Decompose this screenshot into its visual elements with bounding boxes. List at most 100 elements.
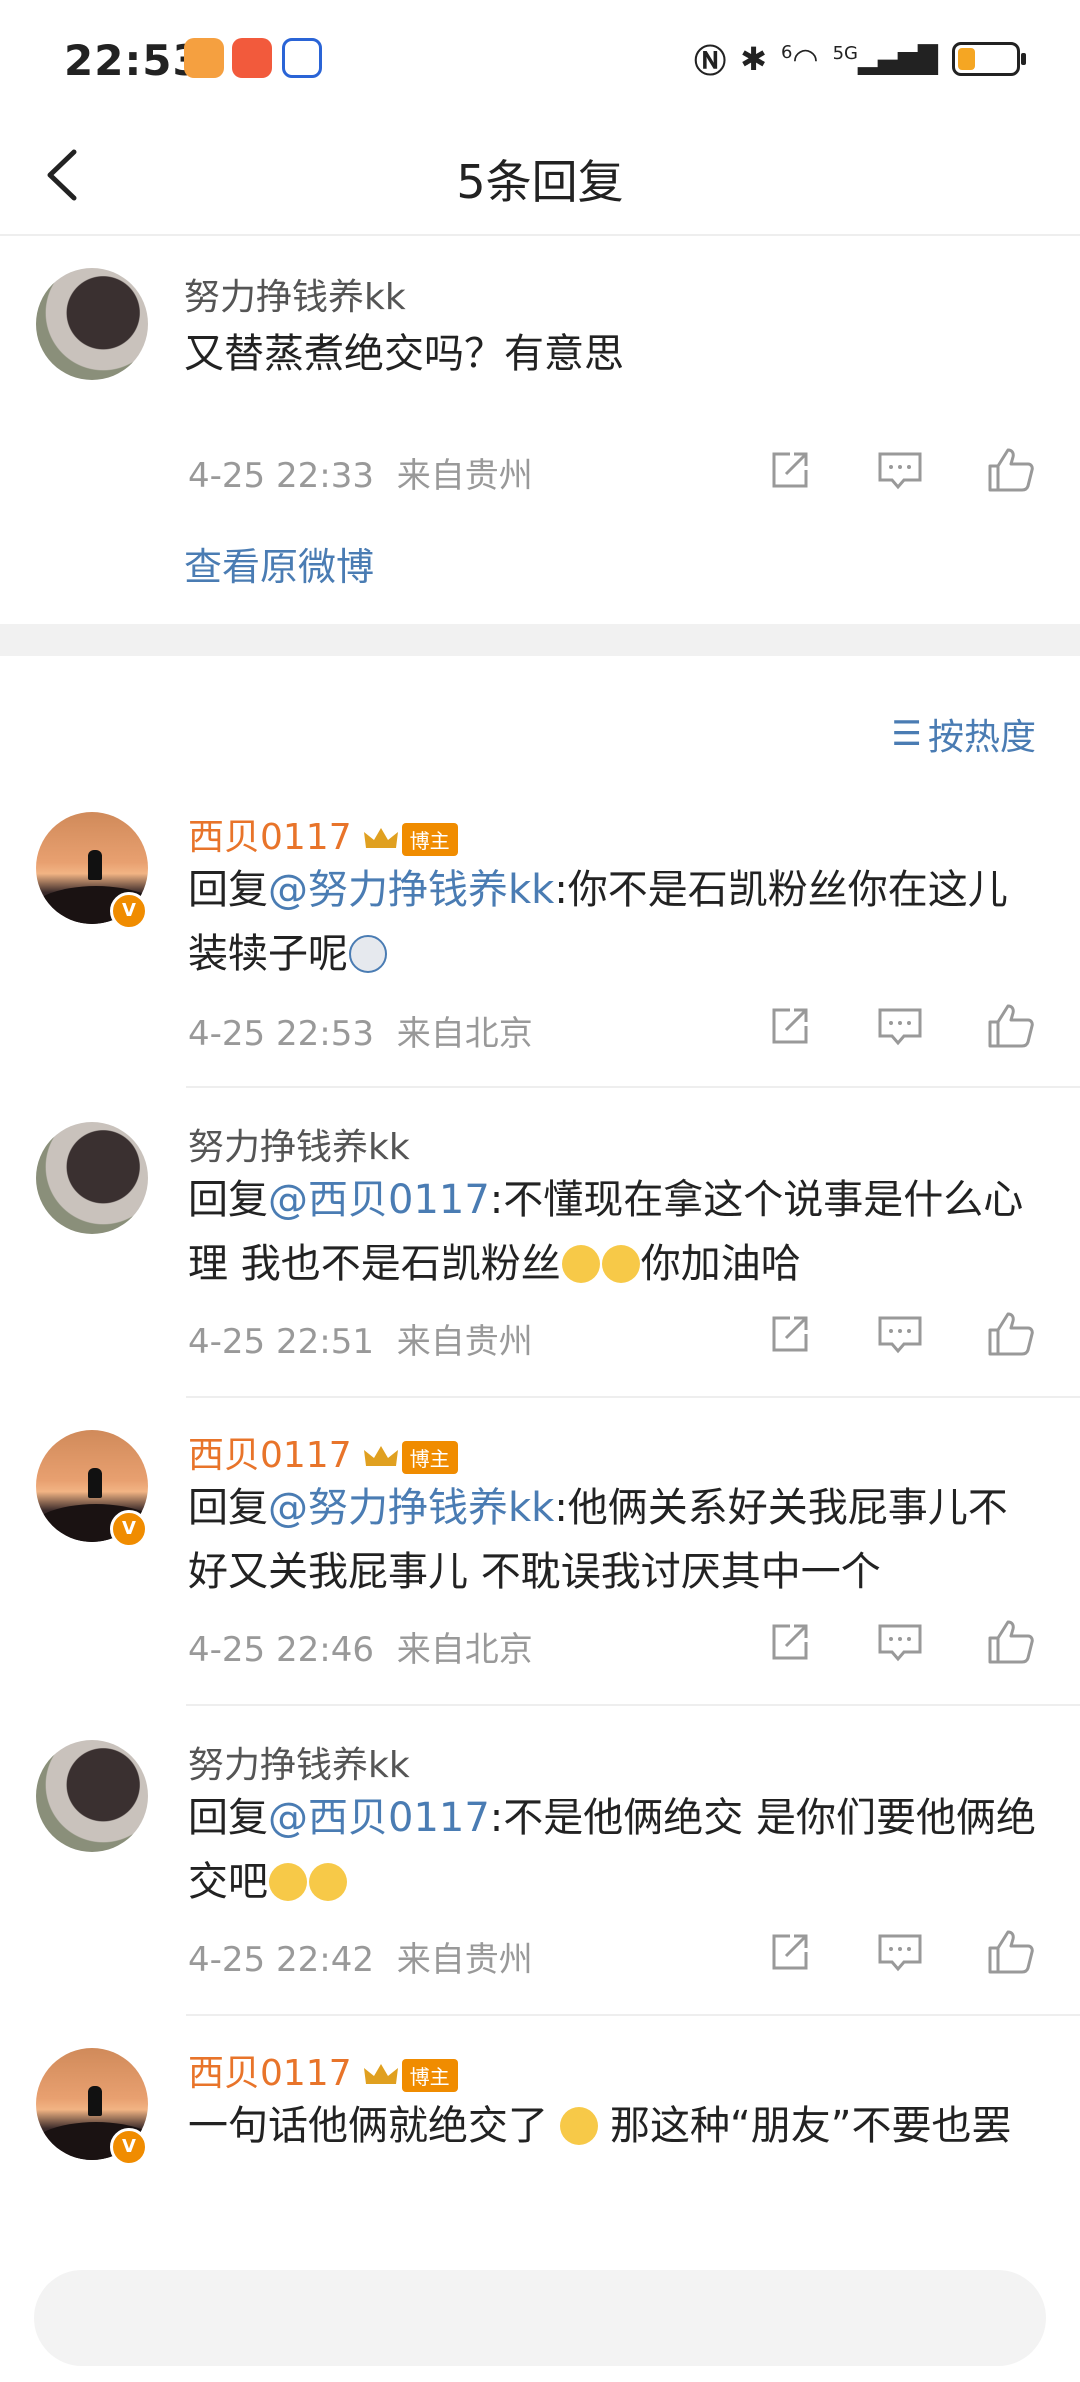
comment-meta: 4-25 22:33 来自贵州 [188, 448, 533, 497]
mention-link[interactable]: @西贝0117 [268, 1795, 490, 1841]
comment-icon [878, 452, 922, 490]
share-button[interactable] [760, 1612, 820, 1672]
username[interactable]: 西贝0117 博主 [188, 808, 458, 860]
share-button[interactable] [760, 996, 820, 1056]
username[interactable]: 努力挣钱养kk [184, 268, 406, 320]
comment-button[interactable] [870, 1922, 930, 1982]
verified-badge: V [110, 1510, 148, 1548]
comment-icon [878, 1008, 922, 1046]
wifi-label: 6 [780, 41, 793, 63]
share-button[interactable] [760, 1304, 820, 1364]
avatar[interactable] [36, 1740, 148, 1852]
username[interactable]: 努力挣钱养kk [188, 1118, 410, 1170]
crown-icon [363, 2064, 398, 2084]
thinking-emoji-icon [601, 1245, 640, 1283]
comment-button[interactable] [870, 440, 930, 500]
comment-text: 回复@努力挣钱养kk:你不是石凯粉丝你在这儿装犊子呢 [188, 858, 1040, 986]
comment-button[interactable] [870, 1612, 930, 1672]
blogger-tag: 博主 [401, 1440, 458, 1474]
battery-level [958, 48, 975, 70]
share-icon [772, 1316, 808, 1352]
like-button[interactable] [980, 1304, 1040, 1364]
comment-location: 来自北京 [396, 1014, 533, 1054]
comment-meta: 4-25 22:53 来自北京 [188, 1006, 533, 1055]
thinking-emoji-icon [561, 1245, 600, 1283]
doge-emoji-icon [349, 935, 387, 973]
share-icon [772, 1008, 808, 1044]
comment-meta: 4-25 22:42 来自贵州 [188, 1932, 533, 1981]
signal-icon: 5G▂▄▆█ [832, 42, 938, 76]
list-item: V 西贝0117 博主 回复@努力挣钱养kk:你不是石凯粉丝你在这儿装犊子呢 4-… [0, 808, 1080, 1088]
comment-location: 来自贵州 [396, 1322, 533, 1362]
mention-link[interactable]: @努力挣钱养kk [268, 1485, 554, 1531]
bluetooth-icon: ✱ [740, 40, 767, 78]
like-button[interactable] [980, 1612, 1040, 1672]
notification-app-icon [232, 38, 272, 78]
title-bar: 5条回复 [0, 118, 1080, 236]
avatar[interactable] [36, 268, 148, 380]
comment-time: 4-25 22:51 [188, 1322, 374, 1362]
reply-prefix: 回复 [188, 1795, 268, 1841]
username-text: 西贝0117 [188, 1435, 352, 1476]
comment-location: 来自贵州 [396, 1940, 533, 1980]
shush-emoji-icon [560, 2107, 598, 2145]
share-button[interactable] [760, 1922, 820, 1982]
share-button[interactable] [760, 440, 820, 500]
thumbs-up-icon [988, 1930, 1034, 1974]
username[interactable]: 西贝0117 博主 [188, 1426, 458, 1478]
thumbs-up-icon [988, 448, 1034, 492]
verified-badge: V [110, 892, 148, 930]
row-divider [186, 1704, 1080, 1706]
comment-button[interactable] [870, 1304, 930, 1364]
username[interactable]: 西贝0117 博主 [188, 2044, 458, 2096]
original-comment: 努力挣钱养kk 又替蒸煮绝交吗？有意思 4-25 22:33 来自贵州 查看原微… [0, 236, 1080, 624]
reply-prefix: 回复 [188, 1485, 268, 1531]
comment-time: 4-25 22:46 [188, 1630, 374, 1670]
thumbs-up-icon [988, 1312, 1034, 1356]
comment-location: 来自北京 [396, 1630, 533, 1670]
comment-icon [878, 1934, 922, 1972]
blogger-tag: 博主 [401, 2058, 458, 2092]
crown-icon [363, 828, 398, 848]
comment-icon [878, 1624, 922, 1662]
like-button[interactable] [980, 1922, 1040, 1982]
mention-link[interactable]: @努力挣钱养kk [268, 867, 554, 913]
sort-button[interactable]: ☰ 按热度 [892, 708, 1037, 760]
mention-link[interactable]: @西贝0117 [268, 1177, 490, 1223]
like-button[interactable] [980, 440, 1040, 500]
status-right: Ⓝ ✱ 6◠ 5G▂▄▆█ [694, 36, 1026, 82]
status-bar: 22:53 Ⓝ ✱ 6◠ 5G▂▄▆█ [0, 0, 1080, 118]
like-button[interactable] [980, 996, 1040, 1056]
sort-label: 按热度 [927, 717, 1036, 758]
avatar[interactable] [36, 1122, 148, 1234]
comment-text: 回复@西贝0117:不是他俩绝交 是你们要他俩绝交吧 [188, 1786, 1040, 1914]
reply-input-bar[interactable] [34, 2270, 1046, 2366]
list-item: V 西贝0117 博主 一句话他俩就绝交了 那这种“朋友”不要也罢 [0, 2044, 1080, 2244]
view-original-link[interactable]: 查看原微博 [184, 536, 374, 591]
reply-body: 一句话他俩就绝交了 [188, 2103, 548, 2149]
reply-prefix: 回复 [188, 1177, 268, 1223]
blogger-tag: 博主 [401, 822, 458, 856]
comment-time: 4-25 22:53 [188, 1014, 374, 1054]
nfc-icon: Ⓝ [694, 42, 727, 80]
row-divider [186, 1396, 1080, 1398]
comment-button[interactable] [870, 996, 930, 1056]
comment-text: 回复@西贝0117:不懂现在拿这个说事是什么心理 我也不是石凯粉丝 你加油哈 [188, 1168, 1040, 1296]
comment-meta: 4-25 22:46 来自北京 [188, 1622, 533, 1671]
reply-prefix: 回复 [188, 867, 268, 913]
sort-icon: ☰ [891, 714, 922, 754]
section-divider [0, 624, 1080, 656]
status-time: 22:53 [64, 36, 203, 85]
reply-body-tail: 你加油哈 [640, 1241, 801, 1287]
comment-location: 来自贵州 [396, 456, 533, 496]
page-title: 5条回复 [456, 155, 624, 209]
thumbs-up-icon [988, 1004, 1034, 1048]
username[interactable]: 努力挣钱养kk [188, 1736, 410, 1788]
username-text: 西贝0117 [188, 817, 352, 858]
verified-badge: V [110, 2128, 148, 2166]
reply-body-tail: 那这种“朋友”不要也罢 [610, 2103, 1012, 2149]
comment-icon [878, 1316, 922, 1354]
comment-meta: 4-25 22:51 来自贵州 [188, 1314, 533, 1363]
notification-app-icon [282, 38, 322, 78]
row-divider [186, 2014, 1080, 2016]
